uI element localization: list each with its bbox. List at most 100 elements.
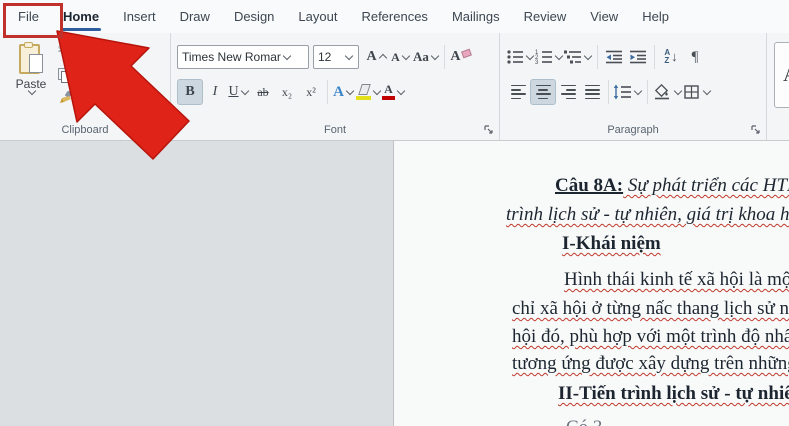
numbered-list-icon: 1 2 3 [535,49,553,65]
shading-button[interactable] [652,80,683,104]
tab-review[interactable]: Review [512,0,579,33]
svg-text:3: 3 [535,60,539,65]
word-window: File Home Insert Draw Design Layout Refe… [0,0,789,426]
font-name-select[interactable]: Times New Romar [177,45,309,69]
tab-draw[interactable]: Draw [168,0,222,33]
doc-heading-2: II-Tiến trình lịch sử - tự nhiên [558,383,789,405]
italic-button[interactable]: I [203,80,227,104]
paint-bucket-icon [652,84,672,100]
align-center-button[interactable] [530,79,556,105]
format-painter-label: Format Painter [78,91,157,105]
tab-references[interactable]: References [349,0,439,33]
chevron-down-icon [634,86,642,94]
align-left-icon [511,85,526,100]
show-formatting-marks-button[interactable]: ¶ [683,45,707,69]
copy-icon [58,68,69,81]
clipboard-group-label: Clipboard [0,124,170,136]
group-styles: A [767,33,789,140]
justify-button[interactable] [580,80,604,104]
shrink-font-button[interactable]: A [389,45,413,69]
chevron-down-icon [431,51,439,59]
font-size-value: 12 [318,50,331,64]
format-painter-icon [58,91,73,105]
eraser-icon [462,48,473,58]
decrease-indent-icon [605,49,623,65]
document-page[interactable]: Câu 8A: Sự phát triển các HTK trình lịch… [394,141,789,426]
ribbon: Paste ✂ Format Painter [0,33,789,141]
highlighter-icon [356,80,371,104]
chevron-down-icon [526,51,534,59]
ribbon-tab-bar: File Home Insert Draw Design Layout Refe… [0,0,789,33]
tab-layout[interactable]: Layout [286,0,349,33]
doc-heading-1: I-Khái niệm [562,233,661,255]
format-painter-button[interactable]: Format Painter [58,89,157,107]
decrease-indent-button[interactable] [602,45,626,69]
caret-up-icon [378,54,386,62]
change-case-button[interactable]: Aa [413,45,440,69]
bold-button[interactable]: B [177,79,203,105]
file-tab-highlight-box [3,3,63,38]
font-size-select[interactable]: 12 [313,45,359,69]
borders-grid-icon [683,84,701,100]
copy-button[interactable] [58,65,157,83]
chevron-down-icon [397,86,405,94]
paste-clipboard-icon [19,43,43,73]
chevron-down-icon [674,86,682,94]
multilevel-list-button[interactable] [564,45,593,69]
document-area: Câu 8A: Sự phát triển các HTK trình lịch… [0,141,789,426]
increase-indent-button[interactable] [626,45,650,69]
highlight-color-button[interactable] [356,80,382,104]
group-paragraph: 1 2 3 [500,33,767,140]
line-spacing-icon [613,84,632,100]
doc-line-4: Hình thái kinh tế xã hội là một [564,269,789,291]
doc-line-7: tương ứng được xây dựng trên những c [512,353,789,375]
superscript-button[interactable]: x² [299,80,323,104]
doc-line-2: trình lịch sử - tự nhiên, giá trị khoa h… [506,204,789,226]
tab-view[interactable]: View [578,0,630,33]
align-center-icon [536,85,551,100]
sort-button[interactable]: AZ ↓ [659,45,683,69]
borders-button[interactable] [683,80,712,104]
tab-mailings[interactable]: Mailings [440,0,512,33]
line-spacing-button[interactable] [613,80,643,104]
underline-button[interactable]: U [227,80,251,104]
arrow-down-icon: ↓ [671,52,678,62]
text-effects-button[interactable]: A [332,80,356,104]
strikethrough-button[interactable]: ab [251,80,275,104]
sort-az-icon: AZ [664,49,670,65]
align-right-button[interactable] [556,80,580,104]
clipboard-dialog-launcher[interactable] [155,125,165,135]
grow-font-button[interactable]: A [365,45,389,69]
chevron-down-icon [345,51,353,59]
increase-indent-icon [629,49,647,65]
multilevel-list-icon [564,49,582,65]
bullet-list-icon [506,49,524,65]
font-dialog-launcher[interactable] [484,125,494,135]
tab-help[interactable]: Help [630,0,681,33]
clear-formatting-button[interactable]: A [449,45,473,69]
style-preview-button[interactable]: A [774,42,789,108]
paragraph-dialog-launcher[interactable] [751,125,761,135]
paragraph-group-label: Paragraph [500,124,766,136]
subscript-button[interactable]: x₂ [275,80,299,104]
doc-line-6: hội đó, phù hợp với một trình độ nhất đ [512,326,789,348]
chevron-down-icon [346,86,354,94]
font-group-label: Font [171,124,499,136]
workspace-background [0,141,394,426]
paste-button[interactable]: Paste [8,43,54,121]
chevron-down-icon [555,51,563,59]
cut-button[interactable]: ✂ [58,41,157,59]
bullets-button[interactable] [506,45,535,69]
chevron-down-icon [240,86,248,94]
font-color-icon: A [382,80,395,104]
align-left-button[interactable] [506,80,530,104]
doc-line-partial: Có 3 [566,417,602,426]
caret-down-icon [402,51,410,59]
align-right-icon [561,85,576,100]
numbering-button[interactable]: 1 2 3 [535,45,564,69]
tab-insert[interactable]: Insert [111,0,168,33]
font-color-button[interactable]: A [382,80,406,104]
doc-title-label: Câu 8A: [555,175,623,196]
pilcrow-icon: ¶ [692,49,699,66]
tab-design[interactable]: Design [222,0,286,33]
